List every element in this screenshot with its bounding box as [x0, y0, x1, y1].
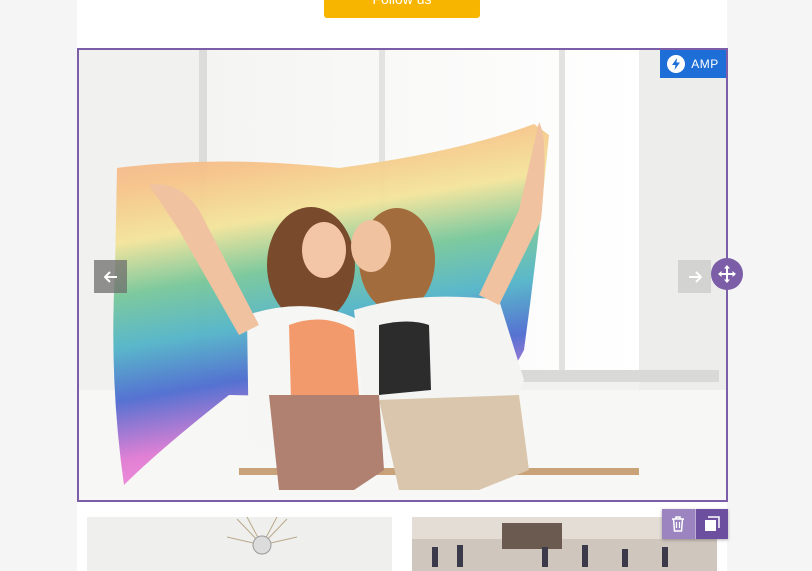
image-thumbnail-left[interactable]	[87, 517, 392, 571]
copy-icon	[704, 516, 720, 531]
duplicate-button[interactable]	[695, 509, 728, 539]
arrow-right-icon	[688, 270, 702, 283]
image-carousel[interactable]: AMP	[77, 48, 728, 502]
carousel-photo	[79, 50, 726, 500]
delete-button[interactable]	[662, 509, 696, 539]
previous-slide-button[interactable]	[94, 260, 127, 293]
lightning-bolt-icon	[667, 55, 686, 73]
move-handle[interactable]	[711, 258, 743, 290]
arrow-left-icon	[103, 270, 117, 283]
amp-badge: AMP	[660, 50, 726, 78]
follow-us-button[interactable]: Follow us	[324, 0, 480, 18]
trash-icon	[672, 516, 685, 532]
amp-label: AMP	[691, 57, 719, 71]
thumbnail-photo	[87, 517, 392, 571]
block-toolbar	[662, 509, 728, 539]
next-slide-button[interactable]	[678, 260, 711, 293]
move-arrows-icon	[718, 265, 736, 283]
